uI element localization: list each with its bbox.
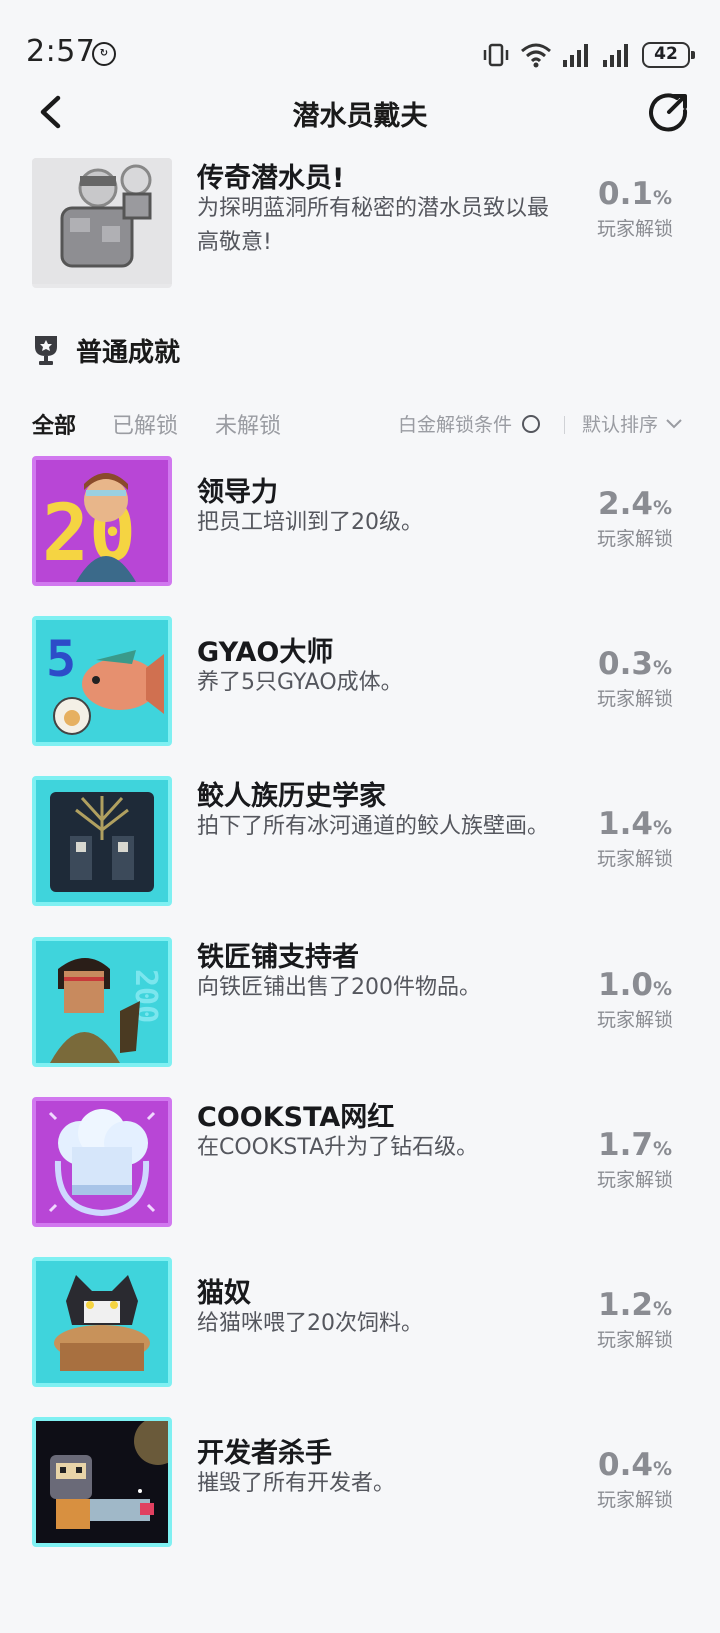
signal-icon (563, 44, 588, 67)
achievement-pct-label: 玩家解锁 (596, 528, 673, 550)
achievement-pct-label: 玩家解锁 (596, 1489, 673, 1511)
achievement-desc: 摧毁了所有开发者。 (197, 1471, 396, 1496)
achievement-pct-label: 玩家解锁 (596, 1009, 673, 1031)
achievement-pct-value: 1.2 (598, 1287, 653, 1323)
achievement-row[interactable]: 5 GYAO大师 养了5只GYAO成体。 0.3% 玩家解锁 (0, 612, 720, 752)
achievement-title: 领导力 (197, 477, 278, 508)
achievement-row[interactable]: COOKSTA网红 在COOKSTA升为了钻石级。 1.7% 玩家解锁 (0, 1093, 720, 1233)
achievement-pct: 0.3% 玩家解锁 (590, 646, 680, 711)
platinum-condition-label: 白金解锁条件 (398, 414, 513, 436)
vibrate-icon (483, 43, 509, 67)
legend-pct-sign: % (652, 187, 672, 209)
dev-killer-icon (32, 1417, 172, 1547)
status-time: 2:57 (26, 34, 96, 69)
signal-icon-2 (603, 44, 628, 67)
achievement-title: 开发者杀手 (197, 1438, 332, 1469)
achievement-pct: 2.4% 玩家解锁 (590, 486, 680, 551)
section-heading: 普通成就 (32, 330, 180, 370)
chef-hat-icon (32, 1097, 172, 1227)
filter-bar: 全部 已解锁 未解锁 白金解锁条件 默认排序 (0, 402, 720, 442)
fish-icon: 5 (32, 616, 172, 746)
achievement-row[interactable]: 开发者杀手 摧毁了所有开发者。 0.4% 玩家解锁 (0, 1413, 720, 1553)
legend-pct-label: 玩家解锁 (596, 218, 673, 240)
legend-pct-value: 0.1 (598, 176, 653, 212)
achievement-pct-value: 1.7 (598, 1127, 653, 1163)
achievement-pct-value: 0.4 (598, 1447, 653, 1483)
achievement-pct: 0.4% 玩家解锁 (590, 1447, 680, 1512)
achievement-pct: 1.2% 玩家解锁 (590, 1287, 680, 1352)
radio-circle-icon (522, 414, 541, 433)
achievement-desc: 养了5只GYAO成体。 (197, 670, 403, 695)
battery-icon: 42 (642, 42, 695, 68)
achievement-pct-sign: % (652, 657, 672, 679)
achievement-pct-value: 2.4 (598, 486, 653, 522)
cat-icon (32, 1257, 172, 1387)
achievement-pct: 1.7% 玩家解锁 (590, 1127, 680, 1192)
achievement-title: COOKSTA网红 (197, 1102, 395, 1133)
share-button[interactable] (644, 87, 694, 137)
achievement-pct-label: 玩家解锁 (596, 1169, 673, 1191)
achievement-pct-value: 1.0 (598, 967, 653, 1003)
mural-icon (32, 776, 172, 906)
achievement-row[interactable]: 鲛人族历史学家 拍下了所有冰河通道的鲛人族壁画。 1.4% 玩家解锁 (0, 772, 720, 912)
legend-pct: 0.1% 玩家解锁 (590, 176, 680, 241)
divider (564, 416, 565, 434)
achievement-pct-label: 玩家解锁 (596, 1329, 673, 1351)
svg-text:5: 5 (46, 630, 76, 688)
header: 潜水员戴夫 (0, 80, 720, 144)
tab-locked[interactable]: 未解锁 (215, 408, 281, 440)
achievement-pct-sign: % (652, 978, 672, 1000)
achievement-pct-label: 玩家解锁 (596, 848, 673, 870)
achievement-desc: 拍下了所有冰河通道的鲛人族壁画。 (197, 814, 550, 839)
achievement-row[interactable]: 200 铁匠铺支持者 向铁匠铺出售了200件物品。 1.0% 玩家解锁 (0, 933, 720, 1073)
page-title: 潜水员戴夫 (292, 101, 428, 132)
achievement-pct-sign: % (652, 817, 672, 839)
legend-desc: 为探明蓝洞所有秘密的潜水员致以最高敬意! (197, 196, 550, 255)
alarm-icon: ↻ (92, 42, 116, 66)
achievement-pct-value: 0.3 (598, 646, 653, 682)
leadership-icon: 20 (32, 456, 172, 586)
achievement-title: 铁匠铺支持者 (197, 942, 359, 973)
achievement-pct-sign: % (652, 1138, 672, 1160)
legend-diver-icon (32, 158, 172, 288)
tab-unlocked[interactable]: 已解锁 (112, 408, 178, 440)
achievement-pct: 1.4% 玩家解锁 (590, 806, 680, 871)
achievement-row[interactable]: 猫奴 给猫咪喂了20次饲料。 1.2% 玩家解锁 (0, 1253, 720, 1393)
achievement-pct-label: 玩家解锁 (596, 688, 673, 710)
achievement-title: 猫奴 (197, 1278, 251, 1309)
sort-label: 默认排序 (582, 414, 659, 436)
sort-dropdown[interactable]: 默认排序 (582, 410, 682, 437)
status-bar: 2:57 ↻ 42 (0, 0, 720, 90)
chevron-down-icon (666, 418, 682, 428)
wifi-icon (521, 43, 551, 68)
achievement-title: 鲛人族历史学家 (197, 781, 386, 812)
section-title: 普通成就 (76, 337, 181, 368)
achievement-pct-sign: % (652, 1298, 672, 1320)
achievement-row[interactable]: 20 领导力 把员工培训到了20级。 2.4% 玩家解锁 (0, 452, 720, 592)
tab-all[interactable]: 全部 (32, 408, 76, 440)
status-icons: 42 (482, 40, 695, 70)
achievement-desc: 把员工培训到了20级。 (197, 510, 423, 535)
achievement-title: GYAO大师 (197, 637, 334, 668)
trophy-icon (35, 336, 57, 365)
achievement-desc: 向铁匠铺出售了200件物品。 (197, 975, 481, 1000)
legend-achievement[interactable]: 传奇潜水员! 为探明蓝洞所有秘密的潜水员致以最高敬意! 0.1% 玩家解锁 (0, 154, 720, 294)
achievement-pct: 1.0% 玩家解锁 (590, 967, 680, 1032)
blacksmith-icon: 200 (32, 937, 172, 1067)
achievement-desc: 在COOKSTA升为了钻石级。 (197, 1135, 479, 1160)
share-icon (649, 93, 688, 132)
achievement-pct-value: 1.4 (598, 806, 653, 842)
legend-title: 传奇潜水员! (197, 163, 345, 194)
platinum-condition-toggle[interactable]: 白金解锁条件 (398, 410, 541, 437)
achievement-pct-sign: % (652, 497, 672, 519)
achievement-pct-sign: % (652, 1458, 672, 1480)
achievement-desc: 给猫咪喂了20次饲料。 (197, 1311, 423, 1336)
